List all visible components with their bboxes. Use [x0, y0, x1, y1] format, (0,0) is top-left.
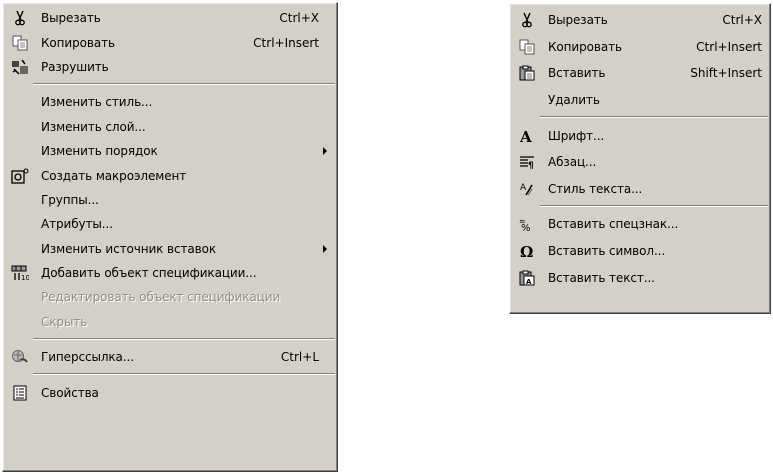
menu-item-label: Изменить слой...: [41, 119, 146, 134]
menu-separator: [33, 338, 335, 341]
menu-item-label: Гиперссылка...: [41, 350, 134, 365]
svg-text:A: A: [520, 183, 527, 193]
menu-item-label: Атрибуты...: [41, 217, 113, 232]
omega-icon: Ω: [516, 242, 538, 260]
menu-item-paste[interactable]: Вставить Shift+Insert: [510, 60, 770, 87]
menu-item-label: Группы...: [41, 192, 99, 207]
menu-item-paragraph[interactable]: ¶ Абзац...: [510, 149, 770, 176]
paragraph-icon: ¶: [516, 153, 538, 171]
menu-item-label: Изменить порядок: [41, 144, 158, 159]
menu-item-label: Вырезать: [41, 11, 101, 26]
menu-item-label: Скрыть: [41, 314, 88, 329]
svg-text:A: A: [526, 278, 532, 286]
menu-item-insert-symbol[interactable]: Ω Вставить символ...: [510, 238, 770, 265]
menu-item-change-layer[interactable]: Изменить слой...: [3, 115, 337, 139]
empty-icon-slot: [9, 313, 31, 331]
copy-icon: [9, 34, 31, 52]
menu-item-hide: Скрыть: [3, 310, 337, 334]
menu-item-insert-special-char[interactable]: ≈% Вставить спецзнак...: [510, 211, 770, 238]
menu-item-label: Свойства: [41, 385, 99, 400]
menu-item-label: Разрушить: [41, 59, 109, 74]
menu-item-label: Удалить: [548, 93, 600, 108]
macro-icon: [9, 167, 31, 185]
menu-item-attributes[interactable]: Атрибуты...: [3, 212, 337, 236]
menu-item-create-macro[interactable]: Создать макроэлемент: [3, 163, 337, 187]
copy-icon: [516, 38, 538, 56]
menu-item-copy[interactable]: Копировать Ctrl+Insert: [3, 30, 337, 54]
menu-item-label: Изменить источник вставок: [41, 241, 217, 256]
specification-icon: 10: [9, 264, 31, 282]
menu-item-label: Копировать: [41, 35, 115, 50]
font-icon: A: [516, 127, 538, 145]
menu-item-shortcut: Ctrl+Insert: [253, 35, 319, 50]
menu-item-label: Копировать: [548, 39, 622, 54]
menu-item-insert-text[interactable]: A Вставить текст...: [510, 264, 770, 291]
context-menu-text: Вырезать Ctrl+X Копировать Ctrl+Insert В…: [509, 3, 771, 314]
menu-item-label: Добавить объект спецификации...: [41, 266, 257, 281]
scissors-icon: [516, 11, 538, 29]
menu-item-groups[interactable]: Группы...: [3, 188, 337, 212]
explode-icon: [9, 58, 31, 76]
paste-icon: [516, 64, 538, 82]
menu-item-change-order[interactable]: Изменить порядок: [3, 139, 337, 163]
submenu-arrow-icon: [323, 147, 327, 156]
menu-item-font[interactable]: A Шрифт...: [510, 122, 770, 149]
menu-separator: [33, 83, 335, 86]
properties-icon: [9, 384, 31, 402]
empty-icon-slot: [9, 288, 31, 306]
menu-item-shortcut: Ctrl+X: [722, 13, 762, 28]
text-style-icon: A: [516, 180, 538, 198]
svg-text:¶: ¶: [528, 161, 534, 170]
menu-item-shortcut: Ctrl+L: [280, 350, 319, 365]
svg-text:10: 10: [21, 274, 29, 281]
menu-item-change-insert-source[interactable]: Изменить источник вставок: [3, 237, 337, 261]
svg-text:Ω: Ω: [520, 243, 533, 259]
insert-text-icon: A: [516, 269, 538, 287]
empty-icon-slot: [516, 91, 538, 109]
menu-item-label: Абзац...: [548, 155, 597, 170]
submenu-arrow-icon: [323, 244, 327, 253]
menu-item-label: Редактировать объект спецификации: [41, 290, 281, 305]
menu-item-cut[interactable]: Вырезать Ctrl+X: [510, 7, 770, 34]
menu-item-label: Изменить стиль...: [41, 95, 153, 110]
empty-icon-slot: [9, 191, 31, 209]
menu-item-label: Создать макроэлемент: [41, 168, 187, 183]
menu-separator: [540, 116, 768, 119]
menu-item-shortcut: Shift+Insert: [690, 66, 762, 81]
menu-item-label: Вставить: [548, 66, 606, 81]
menu-item-label: Вырезать: [548, 13, 608, 28]
menu-item-edit-specification: Редактировать объект спецификации: [3, 285, 337, 309]
menu-item-hyperlink[interactable]: Гиперссылка... Ctrl+L: [3, 345, 337, 369]
menu-item-shortcut: Ctrl+Insert: [696, 39, 762, 54]
svg-text:%: %: [521, 223, 531, 232]
empty-icon-slot: [9, 118, 31, 136]
empty-icon-slot: [9, 240, 31, 258]
menu-item-delete[interactable]: Удалить: [510, 87, 770, 114]
menu-item-label: Стиль текста...: [548, 181, 643, 196]
empty-icon-slot: [9, 93, 31, 111]
scissors-icon: [9, 9, 31, 27]
menu-item-label: Вставить символ...: [548, 244, 666, 259]
menu-item-label: Шрифт...: [548, 128, 605, 143]
menu-item-cut[interactable]: Вырезать Ctrl+X: [3, 6, 337, 30]
svg-text:A: A: [519, 128, 532, 144]
hyperlink-icon: [9, 348, 31, 366]
menu-item-text-style[interactable]: A Стиль текста...: [510, 176, 770, 203]
menu-item-add-specification[interactable]: 10 Добавить объект спецификации...: [3, 261, 337, 285]
menu-item-explode[interactable]: Разрушить: [3, 55, 337, 79]
menu-item-shortcut: Ctrl+X: [279, 11, 319, 26]
menu-item-copy[interactable]: Копировать Ctrl+Insert: [510, 34, 770, 61]
menu-item-properties[interactable]: Свойства: [3, 380, 337, 404]
special-char-icon: ≈%: [516, 215, 538, 233]
menu-item-label: Вставить спецзнак...: [548, 217, 679, 232]
empty-icon-slot: [9, 142, 31, 160]
empty-icon-slot: [9, 215, 31, 233]
menu-item-label: Вставить текст...: [548, 270, 655, 285]
menu-item-change-style[interactable]: Изменить стиль...: [3, 90, 337, 114]
menu-separator: [540, 205, 768, 208]
menu-separator: [33, 373, 335, 376]
context-menu-drawing: Вырезать Ctrl+X Копировать Ctrl+Insert Р…: [2, 2, 338, 472]
